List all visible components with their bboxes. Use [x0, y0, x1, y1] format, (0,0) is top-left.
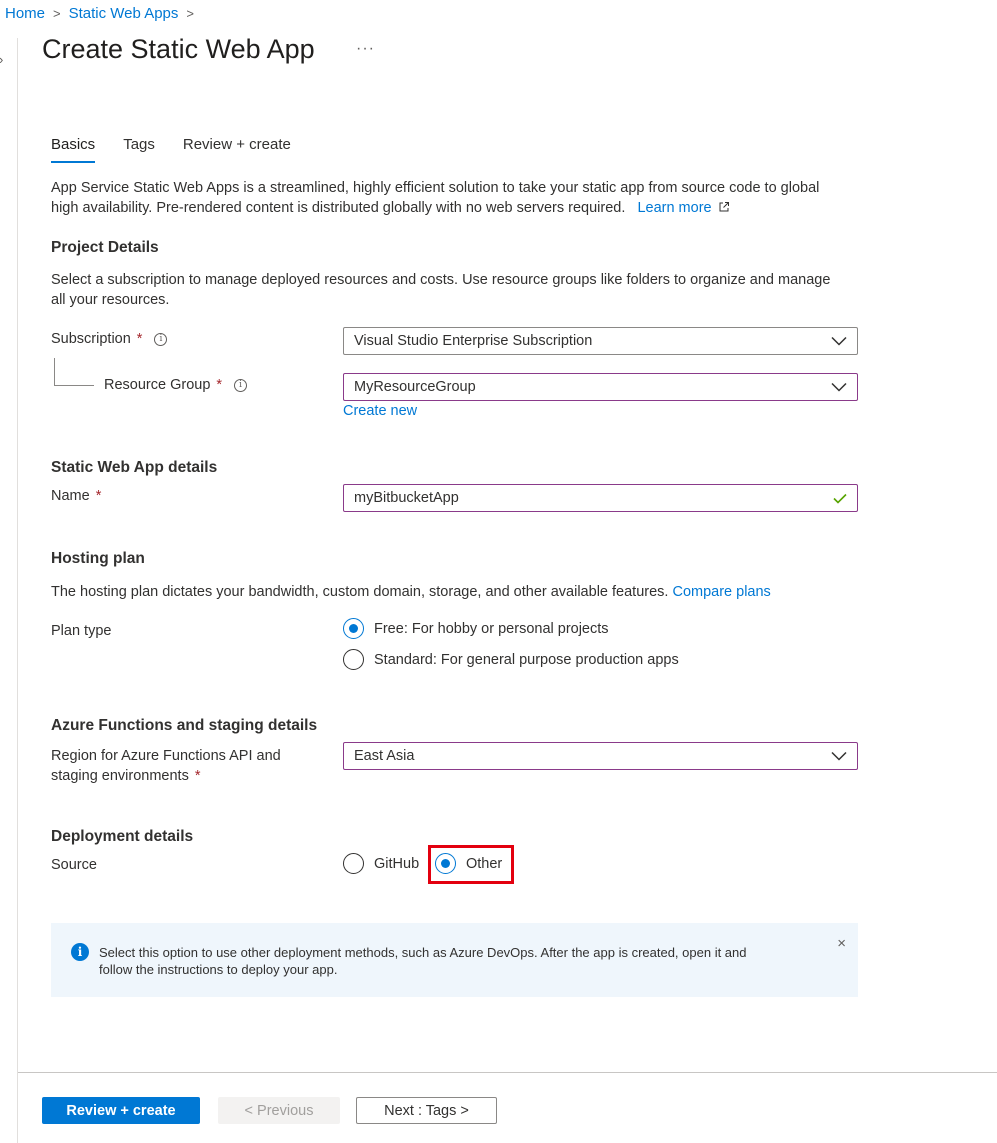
subscription-value: Visual Studio Enterprise Subscription	[354, 333, 593, 349]
info-message-line-1: Select this option to use other deployme…	[99, 945, 747, 960]
radio-button[interactable]	[343, 649, 364, 670]
info-message: Select this option to use other deployme…	[99, 944, 799, 978]
required-asterisk: *	[216, 377, 223, 393]
project-details-heading: Project Details	[51, 239, 159, 256]
info-icon: i	[71, 943, 89, 961]
project-details-description: Select a subscription to manage deployed…	[51, 270, 881, 310]
hosting-desc-text: The hosting plan dictates your bandwidth…	[51, 584, 669, 600]
project-desc-line-1: Select a subscription to manage deployed…	[51, 272, 831, 288]
chevron-down-icon	[831, 336, 847, 346]
info-message-line-2: follow the instructions to deploy your a…	[99, 962, 338, 977]
source-option-github-label: GitHub	[374, 855, 420, 872]
region-label-line-1: Region for Azure Functions API and	[51, 748, 281, 764]
next-tags-button[interactable]: Next : Tags >	[356, 1097, 497, 1124]
checkmark-icon	[833, 493, 847, 504]
learn-more-link[interactable]: Learn more	[637, 200, 711, 216]
info-icon[interactable]: i	[154, 332, 168, 346]
chevron-down-icon	[831, 382, 847, 392]
page-title: Create Static Web App	[42, 34, 315, 64]
name-label: Name *	[51, 488, 101, 504]
region-label: Region for Azure Functions API and stagi…	[51, 746, 281, 786]
external-link-icon	[716, 200, 730, 216]
app-details-heading: Static Web App details	[51, 459, 218, 476]
tab-tags[interactable]: Tags	[123, 133, 155, 163]
previous-button[interactable]: < Previous	[218, 1097, 340, 1124]
deployment-heading: Deployment details	[51, 828, 194, 845]
breadcrumb-static-web-apps-link[interactable]: Static Web Apps	[69, 5, 179, 22]
breadcrumb: Home > Static Web Apps >	[5, 5, 202, 22]
expand-chevron-icon[interactable]: ›	[0, 52, 3, 67]
functions-heading: Azure Functions and staging details	[51, 717, 318, 734]
resource-group-label: Resource Group * i	[104, 377, 248, 393]
radio-button-selected[interactable]	[343, 618, 364, 639]
region-label-line-2: staging environments	[51, 768, 189, 784]
hosting-plan-description: The hosting plan dictates your bandwidth…	[51, 582, 771, 602]
subscription-label: Subscription * i	[51, 331, 168, 347]
plan-type-label: Plan type	[51, 623, 112, 639]
resource-group-label-text: Resource Group	[104, 377, 211, 393]
intro-line-1: App Service Static Web Apps is a streaml…	[51, 180, 820, 196]
highlight-box	[428, 845, 514, 884]
plan-option-free[interactable]: Free: For hobby or personal projects	[343, 618, 609, 639]
subscription-dropdown[interactable]: Visual Studio Enterprise Subscription	[343, 327, 858, 355]
region-dropdown[interactable]: East Asia	[343, 742, 858, 770]
name-label-text: Name	[51, 488, 90, 504]
subscription-label-text: Subscription	[51, 331, 131, 347]
resource-group-value: MyResourceGroup	[354, 379, 476, 395]
project-desc-line-2: all your resources.	[51, 292, 170, 308]
breadcrumb-home-link[interactable]: Home	[5, 5, 45, 22]
source-label: Source	[51, 857, 97, 873]
name-value: myBitbucketApp	[354, 490, 459, 506]
resource-group-dropdown[interactable]: MyResourceGroup	[343, 373, 858, 401]
left-rail	[0, 38, 18, 1143]
info-message-bar: i Select this option to use other deploy…	[51, 923, 858, 997]
required-asterisk: *	[136, 331, 143, 347]
info-icon[interactable]: i	[234, 378, 248, 392]
plan-option-standard-label: Standard: For general purpose production…	[374, 651, 679, 668]
intro-line-2: high availability. Pre-rendered content …	[51, 200, 626, 216]
create-new-link[interactable]: Create new	[343, 403, 417, 419]
close-icon[interactable]: ×	[837, 935, 846, 952]
review-create-button[interactable]: Review + create	[42, 1097, 200, 1124]
required-asterisk: *	[95, 488, 102, 504]
tab-basics[interactable]: Basics	[51, 133, 96, 163]
compare-plans-link[interactable]: Compare plans	[672, 584, 770, 600]
tree-connector	[54, 358, 94, 386]
breadcrumb-separator: >	[186, 6, 194, 21]
intro-text: App Service Static Web Apps is a streaml…	[51, 178, 881, 218]
more-options-icon[interactable]: ···	[356, 40, 375, 58]
required-asterisk: *	[194, 768, 201, 784]
plan-option-standard[interactable]: Standard: For general purpose production…	[343, 649, 679, 670]
radio-dot	[349, 624, 358, 633]
source-option-github[interactable]: GitHub	[343, 853, 419, 874]
hosting-plan-heading: Hosting plan	[51, 550, 145, 567]
tab-review-create[interactable]: Review + create	[183, 133, 291, 163]
footer-divider	[18, 1072, 997, 1073]
name-input[interactable]: myBitbucketApp	[343, 484, 858, 512]
region-value: East Asia	[354, 748, 415, 764]
radio-button[interactable]	[343, 853, 364, 874]
breadcrumb-separator: >	[53, 6, 61, 21]
plan-option-free-label: Free: For hobby or personal projects	[374, 620, 609, 637]
chevron-down-icon	[831, 751, 847, 761]
tab-bar: Basics Tags Review + create	[51, 133, 319, 163]
